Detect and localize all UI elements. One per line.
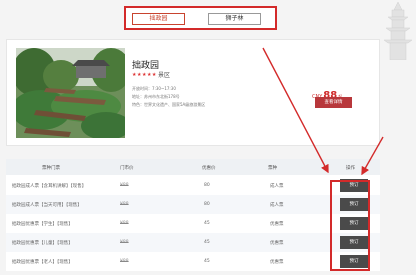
table-row: 拙政园优惠票【学生】【现售】 ¥88 45 优惠票 预订 [6,214,380,233]
tab-zhuozhengyuan[interactable]: 拙政园 [132,13,185,25]
header-sale-price: 优惠价 [202,166,216,171]
header-action: 操作 [346,166,355,171]
rating-stars: ★★★★★ [132,72,157,78]
list-price: ¥88 [120,240,129,245]
ticket-name: 拙政园优惠票【老人】【现售】 [12,260,73,265]
ticket-name: 拙政园优惠票【学生】【现售】 [12,222,73,227]
ticket-type: 优惠票 [270,241,284,246]
feature: 特色：世界文化遗产、国家5A级旅游景区 [132,102,206,107]
attraction-title: 拙政园 [132,61,160,71]
ticket-type: 优惠票 [270,260,284,265]
ticket-name: 拙政园成人票【含耳机讲解】【现售】 [12,184,87,189]
ticket-detail-button[interactable]: 查看详情 [315,97,352,108]
header-ticket-type: 票种 [268,166,277,171]
open-time: 开放时间：7:30~17:30 [132,86,176,91]
header-ticket-name: 票种门票 [42,166,60,171]
pagoda-illustration [383,1,413,60]
ticket-type: 优惠票 [270,222,284,227]
ticket-table: 票种门票 门市价 优惠价 票种 操作 拙政园成人票【含耳机讲解】【现售】 ¥88… [6,159,380,271]
garden-photo [16,48,125,138]
tab-shizilin[interactable]: 狮子林 [208,13,261,25]
header-list-price: 门市价 [120,166,134,171]
ticket-name: 拙政园优惠票【儿童】【现售】 [12,241,73,246]
table-row: 拙政园优惠票【儿童】【现售】 ¥88 45 优惠票 预订 [6,233,380,252]
table-row: 拙政园成人票【当天可用】【现售】 ¥88 80 成人票 预订 [6,195,380,214]
sale-price: 80 [204,183,210,188]
table-header: 票种门票 门市价 优惠价 票种 操作 [6,159,380,175]
table-row: 拙政园优惠票【老人】【现售】 ¥88 45 优惠票 预订 [6,252,380,271]
attraction-card: 拙政园 ★★★★★ 景区 开放时间：7:30~17:30 地址：苏州市东北街17… [6,39,380,146]
action-column-highlight [330,180,370,271]
sale-price: 45 [204,259,210,264]
table-row: 拙政园成人票【含耳机讲解】【现售】 ¥88 80 成人票 预订 [6,176,380,195]
ticket-name: 拙政园成人票【当天可用】【现售】 [12,203,82,208]
address: 地址：苏州市东北街178号 [132,94,180,99]
tab-bar-highlight: 拙政园 狮子林 [124,6,277,30]
list-price: ¥88 [120,183,129,188]
ticket-type: 成人票 [270,203,284,208]
attraction-level: 景区 [158,72,171,79]
sale-price: 45 [204,240,210,245]
list-price: ¥88 [120,259,129,264]
list-price: ¥88 [120,221,129,226]
ticket-type: 成人票 [270,184,284,189]
sale-price: 80 [204,202,210,207]
sale-price: 45 [204,221,210,226]
list-price: ¥88 [120,202,129,207]
ticket-page: 拙政园 狮子林 拙政园 ★★★★★ 景区 开放时间：7:30~17:30 地址：… [0,0,416,275]
